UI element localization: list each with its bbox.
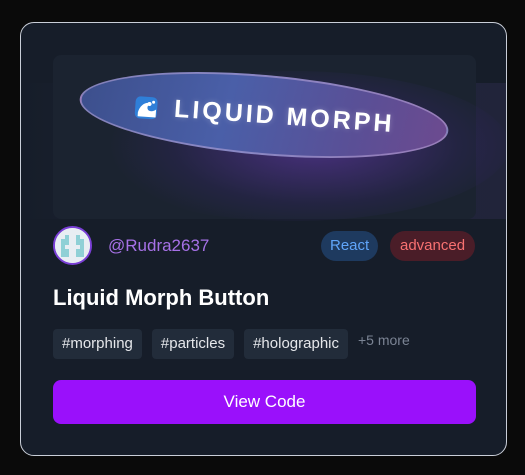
component-title: Liquid Morph Button — [53, 285, 270, 310]
framework-badge: React — [321, 231, 379, 261]
difficulty-badge: advanced — [390, 231, 476, 261]
view-code-button[interactable]: View Code — [53, 380, 476, 424]
wave-icon — [133, 93, 161, 121]
hashtag-particles[interactable]: #particles — [151, 329, 235, 359]
hashtag-holographic[interactable]: #holographic — [244, 329, 348, 359]
component-card: LIQUID MORPH @Rudra2637 React advanced L… — [20, 22, 507, 456]
morph-button-label: LIQUID MORPH — [172, 94, 396, 138]
hashtag-list: #morphing #particles #holographic +5 mor… — [53, 329, 410, 359]
avatar-icon — [55, 228, 90, 263]
more-tags-label: +5 more — [358, 332, 410, 348]
hashtag-morphing[interactable]: #morphing — [53, 329, 142, 359]
author-handle[interactable]: @Rudra2637 — [108, 236, 209, 256]
avatar[interactable] — [53, 226, 92, 265]
author-row: @Rudra2637 React advanced — [53, 226, 476, 266]
morph-button-content: LIQUID MORPH — [133, 91, 395, 138]
